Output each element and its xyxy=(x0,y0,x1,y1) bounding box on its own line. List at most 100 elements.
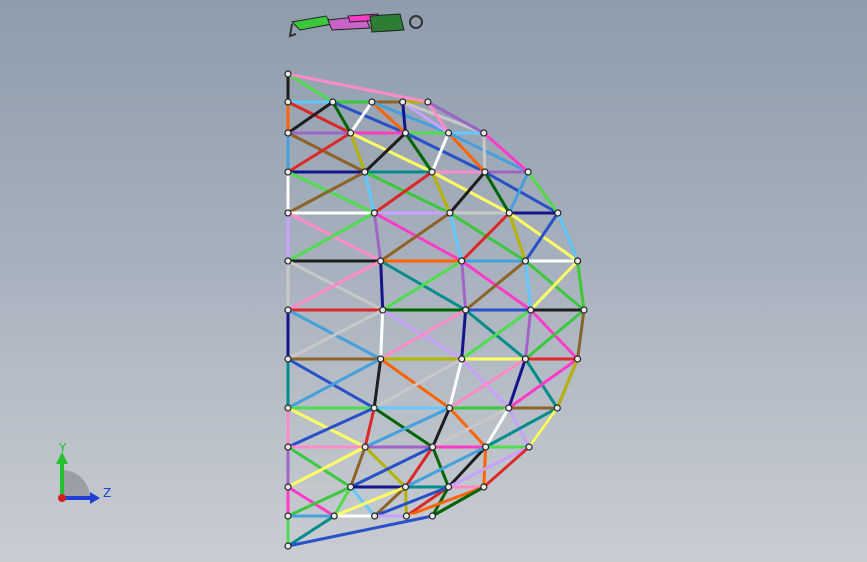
dome-node[interactable] xyxy=(573,355,582,363)
dome-node[interactable] xyxy=(361,443,369,451)
dome-node[interactable] xyxy=(284,168,292,176)
dome-strut[interactable] xyxy=(482,131,487,174)
dome-strut[interactable] xyxy=(523,308,533,361)
graphics-viewport[interactable] xyxy=(0,0,867,562)
dome-strut[interactable] xyxy=(372,211,383,263)
dome-strut[interactable] xyxy=(527,406,559,449)
dome-node[interactable] xyxy=(573,257,582,265)
dome-node[interactable] xyxy=(446,209,454,217)
dome-node[interactable] xyxy=(347,483,355,491)
dome-node[interactable] xyxy=(444,483,453,491)
dome-strut[interactable] xyxy=(379,308,385,361)
dome-node[interactable] xyxy=(368,98,376,106)
dome-node[interactable] xyxy=(377,257,385,265)
dome-strut[interactable] xyxy=(379,211,452,263)
geodesic-dome-model[interactable] xyxy=(286,72,586,548)
dome-node[interactable] xyxy=(401,129,410,137)
dome-node[interactable] xyxy=(361,168,369,176)
dome-node[interactable] xyxy=(284,404,292,412)
dome-node[interactable] xyxy=(377,355,385,363)
dome-strut[interactable] xyxy=(363,170,376,215)
dome-strut[interactable] xyxy=(523,308,586,361)
dome-strut[interactable] xyxy=(372,211,464,263)
dome-strut[interactable] xyxy=(372,357,464,410)
dome-strut[interactable] xyxy=(482,445,488,489)
dome-node[interactable] xyxy=(480,483,488,491)
dome-node[interactable] xyxy=(429,443,437,451)
dome-strut[interactable] xyxy=(363,406,452,449)
dome-strut[interactable] xyxy=(448,170,487,215)
dome-strut[interactable] xyxy=(372,357,383,410)
dome-strut[interactable] xyxy=(507,170,530,215)
dome-strut[interactable] xyxy=(401,100,407,135)
dome-strut[interactable] xyxy=(529,259,580,312)
dome-node[interactable] xyxy=(482,443,490,451)
dome-node[interactable] xyxy=(524,168,532,176)
dome-node[interactable] xyxy=(554,209,562,217)
dome-strut[interactable] xyxy=(363,445,407,489)
dome-strut[interactable] xyxy=(363,170,452,215)
dome-node[interactable] xyxy=(370,209,378,217)
dome-node[interactable] xyxy=(428,512,437,520)
dome-strut[interactable] xyxy=(379,259,385,312)
dome-node[interactable] xyxy=(462,306,470,314)
dome-strut[interactable] xyxy=(460,308,468,361)
dome-node[interactable] xyxy=(527,306,535,314)
dome-node[interactable] xyxy=(521,257,530,265)
part-ring-icon xyxy=(409,15,423,29)
dome-node[interactable] xyxy=(330,512,338,520)
dome-node[interactable] xyxy=(505,404,513,412)
floating-part-icon[interactable] xyxy=(288,13,423,38)
dome-strut[interactable] xyxy=(576,308,586,361)
dome-strut[interactable] xyxy=(460,211,511,263)
dome-node[interactable] xyxy=(371,512,379,520)
dome-node[interactable] xyxy=(428,168,436,176)
dome-node[interactable] xyxy=(284,306,292,314)
dome-strut[interactable] xyxy=(370,100,407,135)
dome-node[interactable] xyxy=(458,257,466,265)
part-segment xyxy=(369,13,405,33)
dome-node[interactable] xyxy=(284,443,292,451)
dome-strut[interactable] xyxy=(523,259,533,312)
dome-strut[interactable] xyxy=(403,485,408,518)
dome-node[interactable] xyxy=(284,129,292,137)
dome-node[interactable] xyxy=(370,404,378,412)
dome-node[interactable] xyxy=(284,512,292,520)
dome-node[interactable] xyxy=(284,483,292,491)
dome-node[interactable] xyxy=(505,209,513,217)
dome-strut[interactable] xyxy=(372,170,434,215)
dome-strut[interactable] xyxy=(363,406,376,449)
dome-node[interactable] xyxy=(580,306,588,314)
dome-node[interactable] xyxy=(284,98,292,106)
dome-node[interactable] xyxy=(399,98,407,106)
dome-node[interactable] xyxy=(284,542,292,550)
dome-strut[interactable] xyxy=(460,308,533,361)
dome-node[interactable] xyxy=(284,355,292,363)
dome-node[interactable] xyxy=(424,98,432,106)
dome-strut[interactable] xyxy=(526,170,560,215)
dome-strut[interactable] xyxy=(363,131,407,174)
dome-strut[interactable] xyxy=(372,406,435,449)
dome-node[interactable] xyxy=(284,70,292,78)
dome-strut[interactable] xyxy=(523,211,560,263)
dome-node[interactable] xyxy=(553,404,561,412)
dome-strut[interactable] xyxy=(447,131,487,174)
dome-node[interactable] xyxy=(458,355,466,363)
dome-strut[interactable] xyxy=(447,445,488,489)
dome-node[interactable] xyxy=(525,443,533,451)
dome-node[interactable] xyxy=(521,355,530,363)
dome-strut[interactable] xyxy=(373,485,407,518)
dome-node[interactable] xyxy=(444,129,453,137)
dome-node[interactable] xyxy=(284,257,292,265)
dome-node[interactable] xyxy=(445,404,454,412)
dome-node[interactable] xyxy=(402,512,411,520)
dome-node[interactable] xyxy=(329,98,337,106)
dome-node[interactable] xyxy=(379,306,387,314)
dome-strut[interactable] xyxy=(460,259,468,312)
dome-node[interactable] xyxy=(481,168,489,176)
dome-node[interactable] xyxy=(480,129,488,137)
dome-node[interactable] xyxy=(284,209,292,217)
dome-strut[interactable] xyxy=(576,259,586,312)
dome-node[interactable] xyxy=(401,483,410,491)
dome-node[interactable] xyxy=(347,129,355,137)
